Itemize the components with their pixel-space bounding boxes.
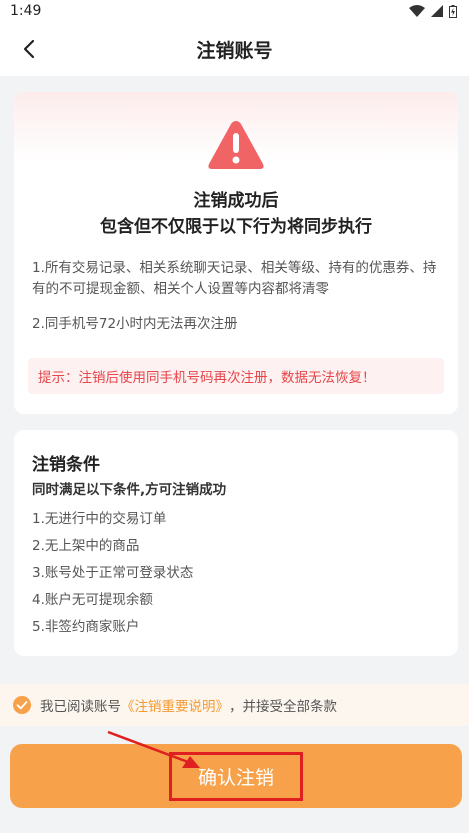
status-bar: 1:49 bbox=[0, 0, 469, 22]
checkbox-checked-icon[interactable] bbox=[13, 696, 31, 714]
status-time: 1:49 bbox=[10, 3, 42, 19]
conditions-subtitle: 同时满足以下条件,方可注销成功 bbox=[32, 482, 227, 498]
condition-item: 3.账号处于正常可登录状态 bbox=[32, 565, 194, 581]
condition-item: 2.无上架中的商品 bbox=[32, 538, 140, 554]
agreement-row: 我已阅读账号 《注销重要说明》 ，并接受全部条款 bbox=[0, 684, 469, 726]
condition-item: 1.无进行中的交易订单 bbox=[32, 511, 167, 527]
agreement-prefix: 我已阅读账号 bbox=[40, 699, 121, 715]
wifi-icon bbox=[409, 5, 425, 17]
agreement-suffix: ，并接受全部条款 bbox=[229, 699, 337, 715]
signal-icon bbox=[431, 5, 443, 17]
condition-item: 5.非签约商家账户 bbox=[32, 619, 140, 635]
battery-icon bbox=[449, 4, 457, 18]
agreement-link[interactable]: 《注销重要说明》 bbox=[121, 695, 229, 715]
consequences-subtitle: 包含但不仅限于以下行为将同步执行 bbox=[100, 217, 372, 237]
conditions-card: 注销条件 同时满足以下条件,方可注销成功 1.无进行中的交易订单 2.无上架中的… bbox=[14, 430, 458, 656]
consequences-title: 注销成功后 bbox=[193, 191, 279, 211]
annotation-arrow-icon bbox=[107, 730, 200, 768]
status-icons bbox=[409, 4, 457, 18]
back-button[interactable] bbox=[12, 32, 46, 66]
conditions-list: 1.无进行中的交易订单 2.无上架中的商品 3.账号处于正常可登录状态 4.账户… bbox=[32, 506, 193, 641]
warning-icon bbox=[208, 121, 264, 169]
app-header: 注销账号 bbox=[0, 22, 469, 76]
condition-item: 4.账户无可提现余额 bbox=[32, 592, 153, 608]
page-title: 注销账号 bbox=[196, 39, 273, 62]
consequences-card: 注销成功后 包含但不仅限于以下行为将同步执行 1.所有交易记录、相关系统聊天记录… bbox=[14, 92, 458, 414]
consequence-item-1: 1.所有交易记录、相关系统聊天记录、相关等级、持有的优惠券、持有的不可提现金额、… bbox=[32, 260, 437, 297]
consequence-item-2: 2.同手机号72小时内无法再次注册 bbox=[32, 316, 238, 332]
conditions-title: 注销条件 bbox=[32, 455, 100, 475]
back-arrow-icon bbox=[23, 39, 35, 59]
warning-tip: 提示：注销后使用同手机号码再次注册，数据无法恢复！ bbox=[28, 358, 444, 394]
confirm-cancel-account-button[interactable]: 确认注销 bbox=[10, 744, 462, 808]
